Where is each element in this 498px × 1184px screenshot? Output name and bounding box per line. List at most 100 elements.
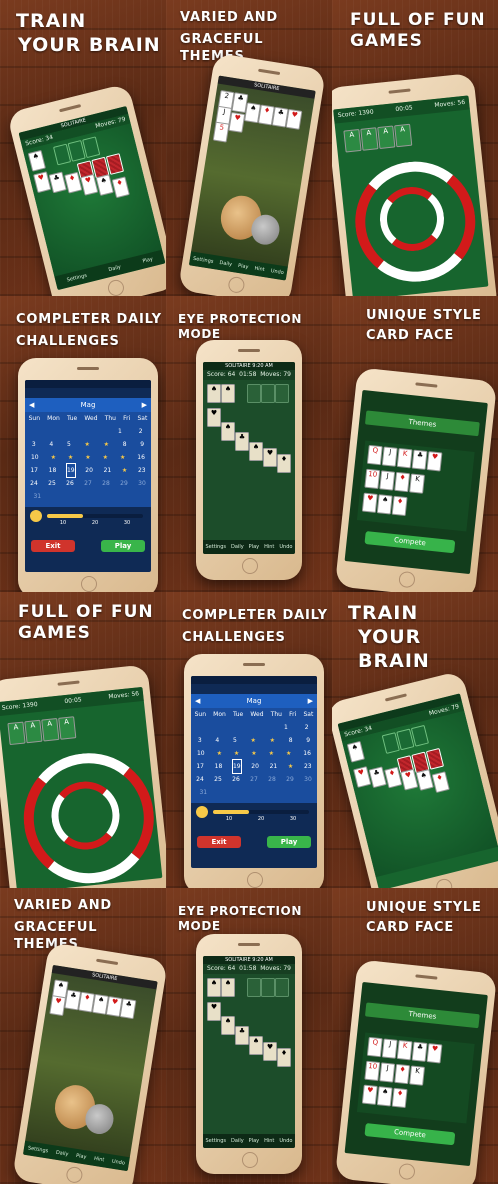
foundation-slot[interactable] [261, 978, 275, 997]
toolbar-settings[interactable]: Settings [206, 544, 227, 550]
toolbar-undo[interactable]: Undo [111, 1159, 125, 1167]
card-face-option[interactable]: 10 [364, 1060, 381, 1082]
playing-card[interactable]: ♥ [263, 448, 277, 467]
calendar-day[interactable]: 3 [198, 734, 202, 747]
card-face-option[interactable]: Q [366, 444, 383, 466]
calendar-day[interactable]: 23 [138, 464, 146, 477]
calendar-day[interactable]: ★ [288, 760, 293, 773]
calendar-day[interactable]: 29 [120, 477, 128, 490]
calendar-day[interactable]: 18 [215, 760, 223, 773]
calendar-day[interactable]: 20 [85, 464, 93, 477]
card-face-option[interactable]: ♠ [376, 494, 393, 515]
calendar-day[interactable]: 28 [268, 773, 276, 786]
calendar-day[interactable]: 24 [30, 477, 38, 490]
calendar-day[interactable]: 8 [123, 438, 127, 451]
playing-card[interactable]: ♥ [207, 1002, 221, 1021]
calendar-day[interactable]: 9 [140, 438, 144, 451]
compete-button[interactable]: Compete [364, 531, 456, 554]
card-face-option[interactable]: ♠ [376, 1086, 393, 1107]
toolbar-hint[interactable]: Hint [94, 1156, 105, 1164]
playing-card[interactable]: ♠ [27, 149, 46, 172]
calendar-day[interactable]: 9 [306, 734, 310, 747]
playing-card[interactable]: ♠ [207, 384, 221, 403]
card-face-option[interactable]: ♥ [426, 1043, 443, 1064]
calendar-day[interactable]: ★ [120, 451, 125, 464]
calendar-day[interactable]: 31 [199, 786, 207, 799]
calendar-day[interactable]: 27 [84, 477, 92, 490]
card-face-option[interactable]: K [396, 1039, 413, 1061]
toolbar-settings[interactable]: Settings [193, 256, 214, 265]
calendar-day-selected[interactable]: 19 [231, 759, 242, 774]
playing-card[interactable]: ♣ [235, 1026, 249, 1045]
card-face-option[interactable]: ♦ [391, 1087, 408, 1109]
playing-card[interactable]: ♦ [277, 1048, 291, 1067]
foundation-slot[interactable] [275, 384, 289, 403]
playing-card[interactable]: ♠ [221, 422, 235, 441]
card-face-option[interactable]: K [409, 473, 426, 494]
calendar-day[interactable]: 5 [67, 438, 71, 451]
calendar-day[interactable]: ★ [68, 451, 73, 464]
calendar-day[interactable]: 30 [138, 477, 146, 490]
toolbar-daily[interactable]: Daily [219, 260, 232, 268]
calendar-day[interactable]: ★ [234, 747, 239, 760]
toolbar-settings[interactable]: Settings [27, 1145, 48, 1154]
toolbar-play[interactable]: Play [142, 256, 154, 264]
prev-month-button[interactable]: ◀ [195, 694, 200, 708]
play-button[interactable]: Play [101, 540, 145, 552]
exit-button[interactable]: Exit [197, 836, 241, 848]
calendar-day[interactable]: ★ [51, 451, 56, 464]
card-face-option[interactable]: K [409, 1065, 426, 1086]
card-face-option[interactable]: ♦ [394, 1063, 411, 1085]
toolbar-play[interactable]: Play [238, 263, 249, 271]
card-face-option[interactable]: ♦ [391, 495, 408, 517]
playing-card[interactable]: ♠ [346, 740, 365, 763]
calendar-day[interactable]: 10 [197, 747, 205, 760]
playing-card[interactable]: ♦ [431, 771, 450, 794]
play-button[interactable]: Play [267, 836, 311, 848]
exit-button[interactable]: Exit [31, 540, 75, 552]
playing-card[interactable]: ♠ [95, 174, 114, 197]
prev-month-button[interactable]: ◀ [29, 398, 34, 412]
foundation-slot[interactable] [275, 978, 289, 997]
card-face-option[interactable]: ♣ [411, 449, 428, 470]
playing-card[interactable]: ♦ [277, 454, 291, 473]
card-face-option[interactable]: ♣ [411, 1041, 428, 1062]
calendar-day[interactable]: 10 [31, 451, 39, 464]
calendar-day[interactable]: 29 [286, 773, 294, 786]
calendar-day-selected[interactable]: 19 [65, 463, 76, 478]
playing-card[interactable]: ♥ [207, 408, 221, 427]
toolbar-hint[interactable]: Hint [264, 544, 274, 550]
calendar-day[interactable]: 24 [196, 773, 204, 786]
calendar-day[interactable]: 1 [284, 721, 288, 734]
calendar-day[interactable]: 16 [303, 747, 311, 760]
calendar-day[interactable]: ★ [270, 734, 275, 747]
toolbar-play[interactable]: Play [76, 1153, 87, 1161]
playing-card[interactable]: ♣ [119, 998, 137, 1020]
calendar-day[interactable]: ★ [85, 451, 90, 464]
calendar-day[interactable]: ★ [85, 438, 90, 451]
next-month-button[interactable]: ▶ [142, 398, 147, 412]
compete-button[interactable]: Compete [364, 1123, 456, 1146]
card-face-option[interactable]: J [379, 1062, 396, 1083]
calendar-day[interactable]: ★ [122, 464, 127, 477]
calendar-day[interactable]: 28 [102, 477, 110, 490]
toolbar-hint[interactable]: Hint [254, 266, 265, 274]
calendar-day[interactable]: 27 [250, 773, 258, 786]
calendar-day[interactable]: ★ [286, 747, 291, 760]
playing-card[interactable]: ♠ [415, 769, 434, 791]
calendar-day[interactable]: 25 [48, 477, 56, 490]
foundation-slot[interactable] [261, 384, 275, 403]
card-face-option[interactable]: ♦ [394, 471, 411, 493]
foundation-ace[interactable]: A [343, 129, 362, 153]
playing-card[interactable]: ♠ [249, 442, 263, 461]
foundation-ace[interactable]: A [7, 721, 26, 746]
calendar-day[interactable]: 21 [104, 464, 112, 477]
card-face-option[interactable]: ♥ [361, 492, 378, 513]
calendar-day[interactable]: 1 [118, 425, 122, 438]
calendar-day[interactable]: 26 [232, 773, 240, 786]
toolbar-daily[interactable]: Daily [231, 1138, 244, 1144]
calendar-day[interactable]: ★ [251, 747, 256, 760]
calendar-day[interactable]: ★ [103, 451, 108, 464]
toolbar-daily[interactable]: Daily [231, 544, 244, 550]
calendar-day[interactable]: ★ [217, 747, 222, 760]
